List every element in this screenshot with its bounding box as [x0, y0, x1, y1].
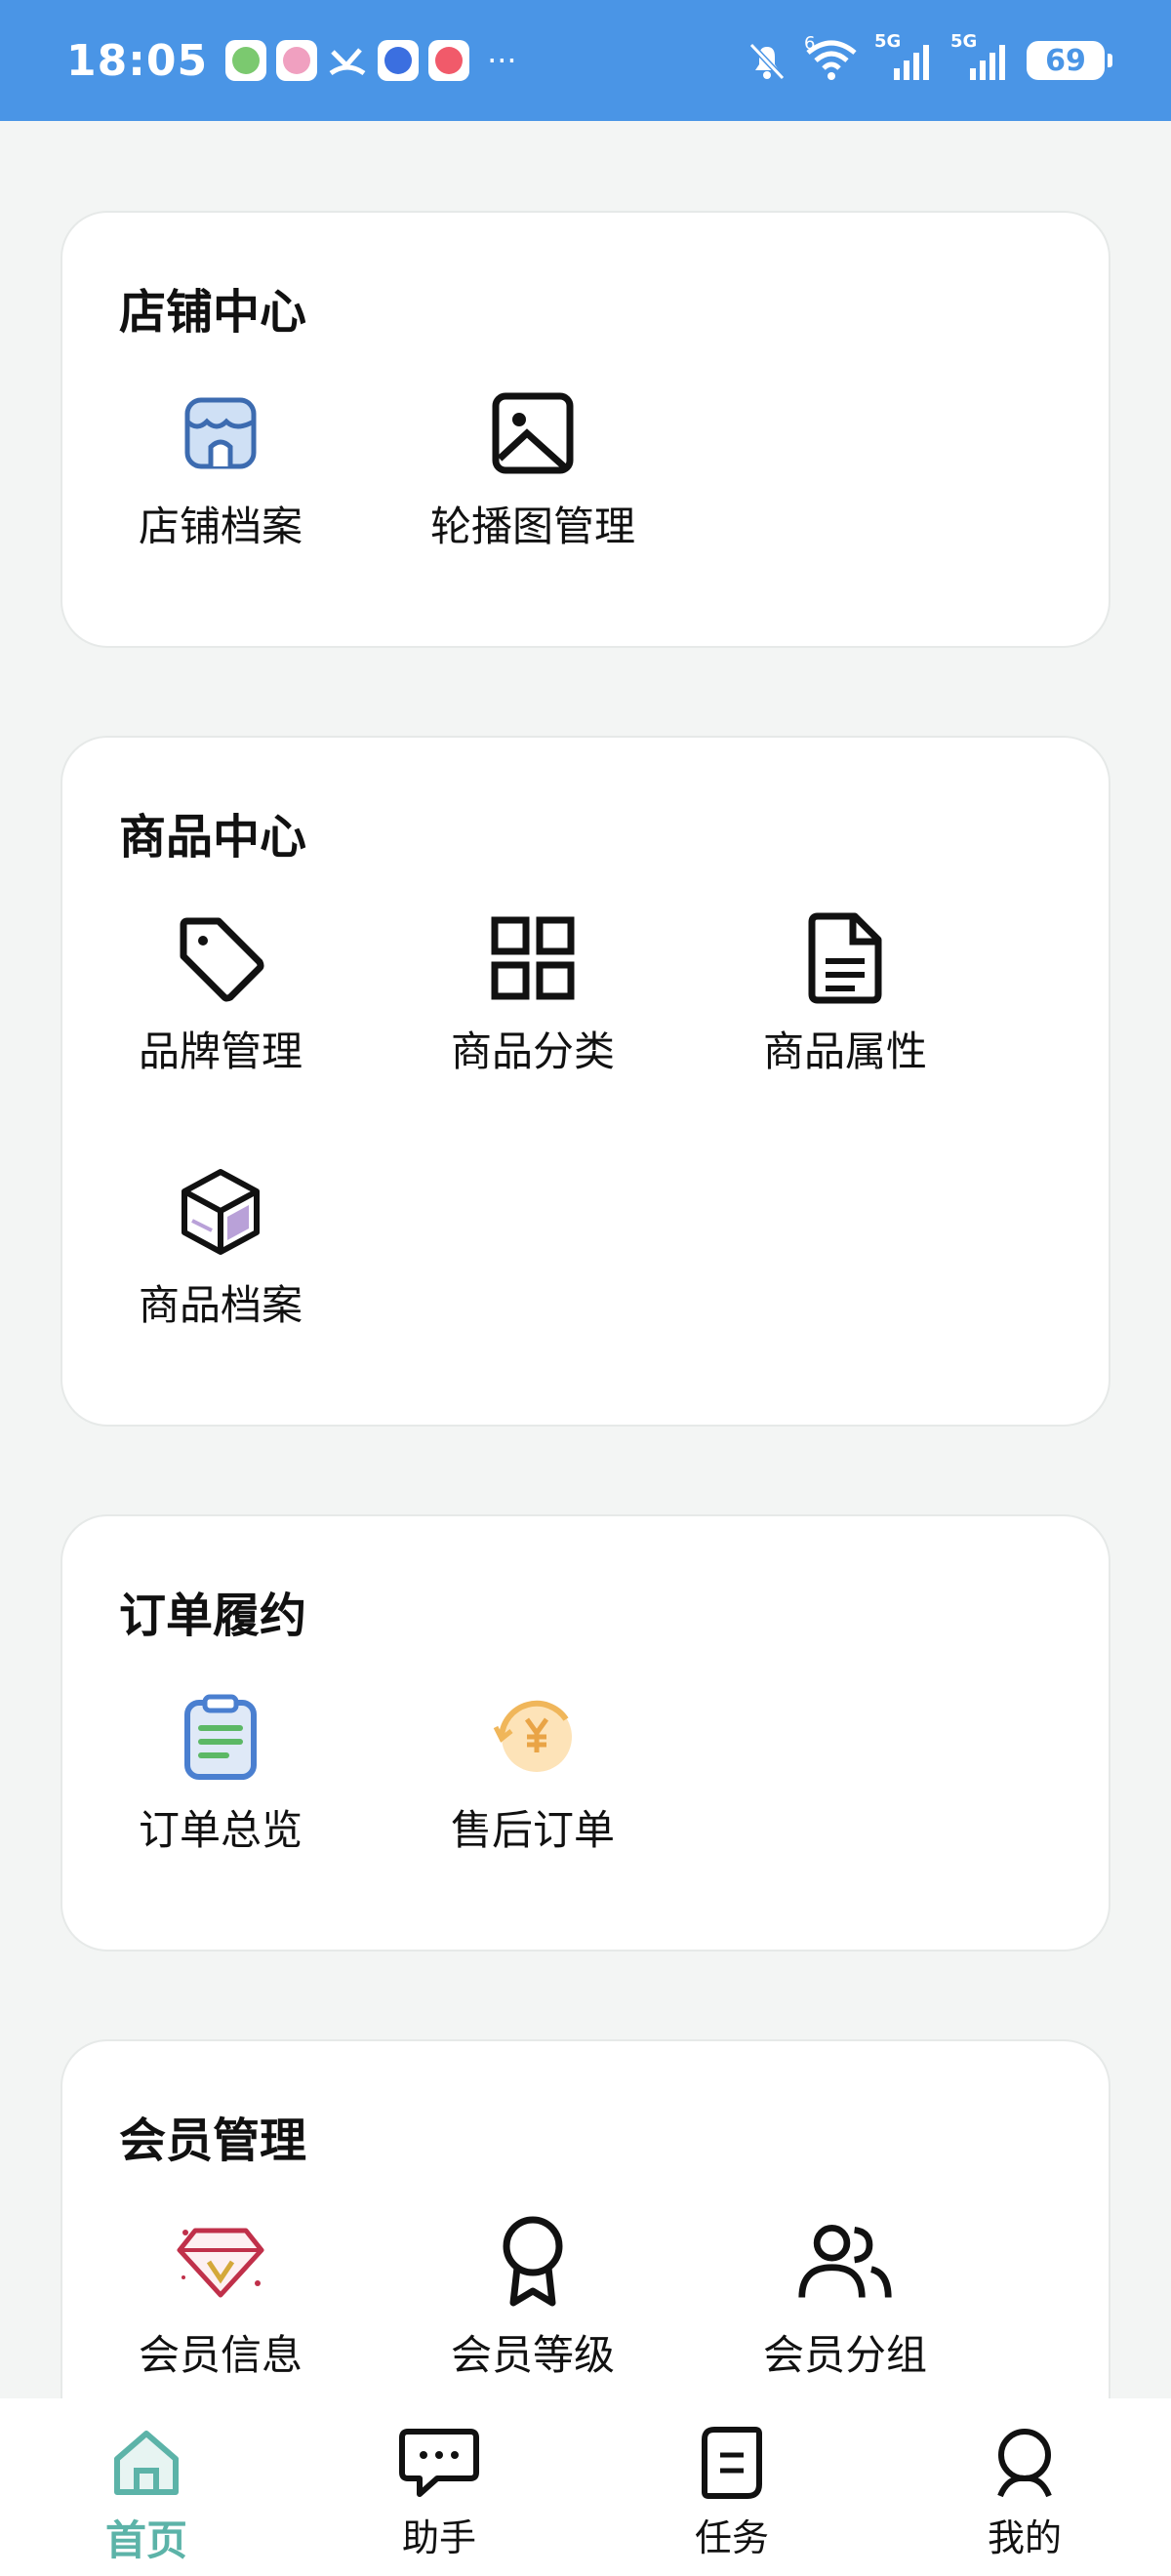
entry-label: 商品档案 — [138, 1281, 303, 1329]
document-icon — [796, 909, 894, 1007]
member-management-card: 会员管理 会员信息 会员等级 会员分组 — [61, 2039, 1110, 2398]
chat-icon — [398, 2422, 480, 2504]
entry-label: 商品属性 — [762, 1027, 927, 1075]
app-notification-icon — [378, 40, 420, 81]
app-notification-icon — [225, 40, 267, 81]
entry-label: 售后订单 — [450, 1806, 615, 1854]
clipboard-icon — [172, 1688, 269, 1786]
user-icon — [984, 2422, 1066, 2504]
battery-indicator: 69 — [1027, 41, 1112, 80]
tab-label: 我的 — [987, 2516, 1062, 2559]
order-fulfillment-card: 订单履约 订单总览 售后订单 — [61, 1514, 1110, 1952]
goods-category-entry[interactable]: 商品分类 — [416, 909, 650, 1105]
signal-icon: 5G — [950, 31, 1011, 82]
status-bar: 18:05 ··· 6 5G 5G 69 — [0, 0, 1171, 121]
entry-label: 轮播图管理 — [429, 503, 635, 550]
missed-call-icon — [327, 40, 368, 81]
wifi-icon: 6 — [804, 33, 859, 82]
award-icon — [484, 2213, 582, 2311]
home-icon — [105, 2422, 187, 2504]
tab-task[interactable]: 任务 — [586, 2398, 878, 2576]
task-icon — [691, 2422, 773, 2504]
section-title: 订单履约 — [119, 1589, 307, 1643]
section-title: 会员管理 — [119, 2113, 307, 2168]
goods-profile-entry[interactable]: 商品档案 — [103, 1163, 338, 1358]
member-level-entry[interactable]: 会员等级 — [416, 2213, 650, 2398]
diamond-icon — [172, 2213, 269, 2311]
tab-mine[interactable]: 我的 — [878, 2398, 1171, 2576]
section-title: 商品中心 — [119, 810, 307, 865]
tag-icon — [172, 909, 269, 1007]
entry-label: 品牌管理 — [138, 1027, 303, 1075]
network-type: 5G — [874, 31, 902, 52]
grid-icon — [484, 909, 582, 1007]
music-app-icon — [428, 40, 470, 81]
entry-label: 店铺档案 — [138, 503, 303, 550]
notification-apps: ··· — [225, 40, 517, 81]
box-icon — [172, 1163, 269, 1261]
section-title: 店铺中心 — [119, 285, 307, 340]
users-icon — [796, 2213, 894, 2311]
tab-home[interactable]: 首页 — [0, 2398, 293, 2576]
main-scroll-area[interactable]: 店铺中心 店铺档案 轮播图管理 商品中心 品牌管理 商品分类 商品属性 商品档案… — [0, 121, 1171, 2398]
goods-attribute-entry[interactable]: 商品属性 — [728, 909, 962, 1105]
tab-label: 助手 — [401, 2516, 476, 2559]
tab-assistant[interactable]: 助手 — [293, 2398, 586, 2576]
app-notification-icon — [276, 40, 318, 81]
after-sales-order-entry[interactable]: 售后订单 — [416, 1688, 650, 1883]
order-overview-entry[interactable]: 订单总览 — [103, 1688, 338, 1883]
store-icon — [172, 384, 269, 482]
tab-label: 首页 — [104, 2516, 187, 2564]
entry-label: 会员信息 — [138, 2331, 303, 2379]
image-icon — [484, 384, 582, 482]
more-notifications: ··· — [487, 42, 517, 79]
goods-center-card: 商品中心 品牌管理 商品分类 商品属性 商品档案 — [61, 736, 1110, 1427]
entry-label: 订单总览 — [138, 1806, 303, 1854]
member-group-entry[interactable]: 会员分组 — [728, 2213, 962, 2398]
system-indicators: 6 5G 5G 69 — [746, 31, 1112, 82]
wifi-badge: 6 — [804, 33, 816, 54]
member-info-entry[interactable]: 会员信息 — [103, 2213, 338, 2398]
banner-management-entry[interactable]: 轮播图管理 — [416, 384, 650, 580]
entry-label: 会员分组 — [762, 2331, 927, 2379]
tab-label: 任务 — [694, 2516, 769, 2559]
status-time: 18:05 — [66, 35, 209, 86]
store-center-card: 店铺中心 店铺档案 轮播图管理 — [61, 211, 1110, 648]
network-type: 5G — [950, 31, 978, 52]
entry-label: 会员等级 — [450, 2331, 615, 2379]
brand-management-entry[interactable]: 品牌管理 — [103, 909, 338, 1105]
entry-label: 商品分类 — [450, 1027, 615, 1075]
bottom-navigation: 首页 助手 任务 我的 — [0, 2398, 1171, 2576]
signal-icon: 5G — [874, 31, 935, 82]
store-profile-entry[interactable]: 店铺档案 — [103, 384, 338, 580]
refund-yen-icon — [484, 1688, 582, 1786]
battery-level: 69 — [1045, 43, 1086, 78]
mute-bell-icon — [748, 42, 786, 81]
